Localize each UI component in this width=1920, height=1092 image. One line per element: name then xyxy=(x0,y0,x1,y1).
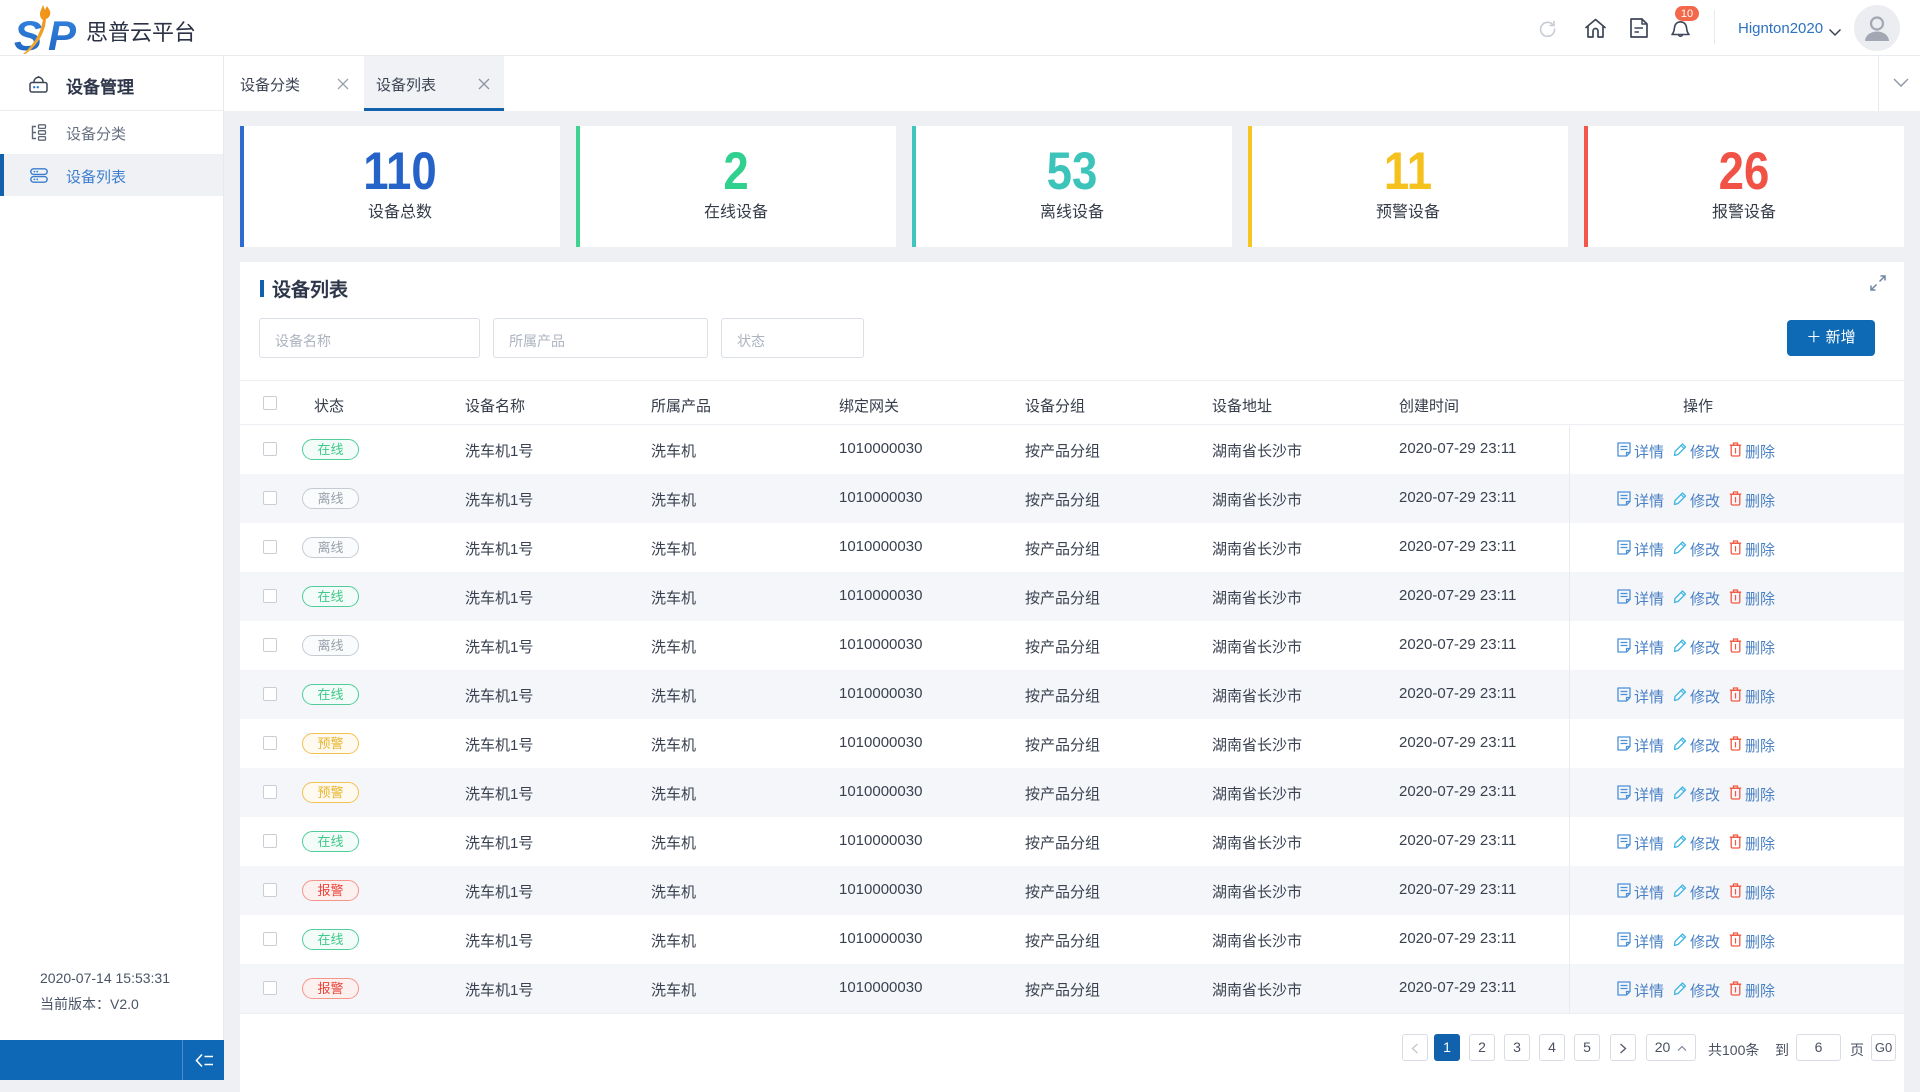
svg-text:S: S xyxy=(14,12,42,54)
svg-text:P: P xyxy=(48,12,77,54)
